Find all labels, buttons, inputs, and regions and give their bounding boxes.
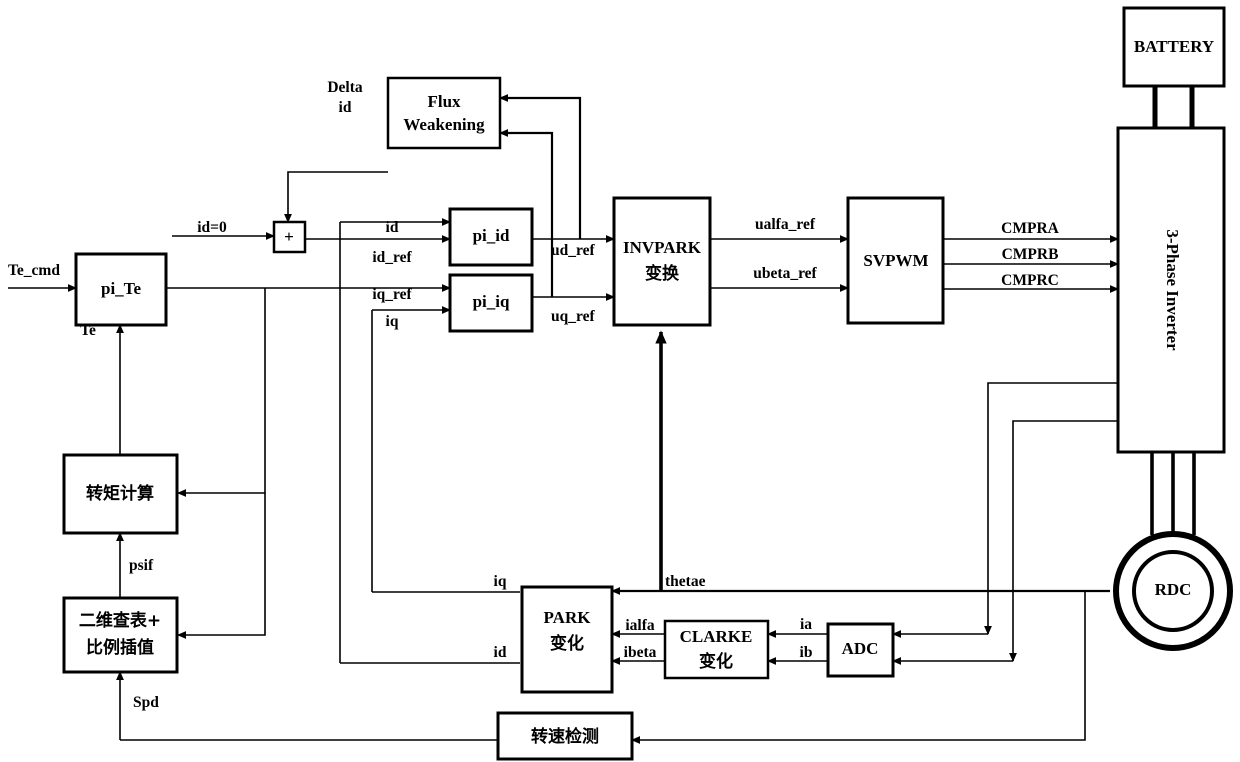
block-speed-detection[interactable]: 转速检测: [496, 711, 634, 761]
label-iq-ref: iq_ref: [372, 286, 412, 303]
torque-calc-label: 转矩计算: [86, 483, 154, 504]
pi-id-label: pi_id: [473, 226, 510, 245]
wire-delta-id: [284, 171, 388, 223]
inverter-label: 3-Phase Inverter: [1163, 229, 1182, 351]
label-id-ref: id_ref: [372, 249, 412, 266]
label-park-iq: iq: [494, 573, 507, 590]
label-psif: psif: [129, 557, 154, 574]
rdc-label: RDC: [1155, 580, 1192, 599]
battery-label: BATTERY: [1134, 37, 1214, 56]
label-thetae: thetae: [665, 573, 706, 590]
clarke-label-2: 变化: [699, 651, 733, 672]
label-uq-ref: uq_ref: [551, 308, 595, 325]
block-park[interactable]: PARK 变化: [520, 585, 614, 694]
lookup-label-2: 比例插值: [86, 637, 154, 658]
label-ud-ref: ud_ref: [551, 242, 595, 259]
block-inverter[interactable]: 3-Phase Inverter: [1116, 126, 1226, 454]
label-delta-2: id: [339, 99, 352, 116]
label-cmprb: CMPRB: [1002, 246, 1059, 263]
block-clarke[interactable]: CLARKE 变化: [663, 619, 770, 680]
block-flux-weakening[interactable]: Flux Weakening: [386, 76, 502, 150]
control-block-diagram: pi_Te + Flux Weakening pi_id pi_iq INVPA…: [0, 0, 1240, 762]
label-te-cmd: Te_cmd: [8, 262, 60, 279]
flux-weakening-label-2: Weakening: [403, 115, 485, 134]
label-park-id: id: [494, 644, 507, 661]
label-cmpra: CMPRA: [1001, 220, 1059, 237]
lookup-box[interactable]: [62, 596, 179, 674]
invpark-label-1: INVPARK: [623, 238, 702, 257]
label-te: Te: [80, 322, 96, 339]
label-id-zero: id=0: [197, 219, 227, 236]
block-summer[interactable]: +: [272, 220, 307, 254]
block-invpark[interactable]: INVPARK 变换: [612, 196, 712, 327]
label-iq: iq: [386, 313, 399, 330]
speed-detect-label: 转速检测: [531, 726, 599, 747]
label-spd: Spd: [133, 694, 159, 711]
block-pi-iq[interactable]: pi_iq: [448, 273, 534, 333]
pi-te-label: pi_Te: [101, 279, 141, 298]
flux-weakening-box[interactable]: [386, 76, 502, 150]
label-cmprc: CMPRC: [1001, 272, 1059, 289]
summer-label: +: [284, 227, 294, 246]
block-pi-te[interactable]: pi_Te: [74, 252, 168, 327]
pi-iq-label: pi_iq: [473, 292, 510, 311]
label-ibeta: ibeta: [624, 644, 657, 661]
adc-label: ADC: [842, 639, 879, 658]
clarke-label-1: CLARKE: [680, 627, 753, 646]
label-ubeta-ref: ubeta_ref: [753, 265, 817, 282]
label-id: id: [386, 219, 399, 236]
wire-to-torque-calc: [177, 288, 266, 497]
label-ialfa: ialfa: [625, 617, 655, 634]
invpark-box[interactable]: [612, 196, 712, 327]
label-delta-1: Delta: [327, 79, 363, 96]
svpwm-label: SVPWM: [863, 251, 928, 270]
block-motor-rdc[interactable]: RDC: [1113, 531, 1233, 651]
flux-weakening-label-1: Flux: [427, 92, 461, 111]
label-ualfa-ref: ualfa_ref: [755, 216, 816, 233]
block-adc[interactable]: ADC: [826, 622, 895, 678]
block-svpwm[interactable]: SVPWM: [846, 196, 945, 325]
block-torque-calculation[interactable]: 转矩计算: [62, 453, 179, 535]
invpark-label-2: 变换: [645, 263, 680, 284]
park-label-1: PARK: [544, 608, 592, 627]
wire-to-lookup: [177, 493, 266, 639]
park-label-2: 变化: [550, 633, 584, 654]
label-ia: ia: [800, 616, 812, 633]
label-ib: ib: [800, 644, 813, 661]
wire-ib-sense: [1009, 420, 1118, 662]
lookup-label-1: 二维查表+: [79, 610, 161, 631]
block-battery[interactable]: BATTERY: [1122, 6, 1226, 88]
block-pi-id[interactable]: pi_id: [448, 207, 534, 267]
block-lookup-table[interactable]: 二维查表+ 比例插值: [62, 596, 179, 674]
